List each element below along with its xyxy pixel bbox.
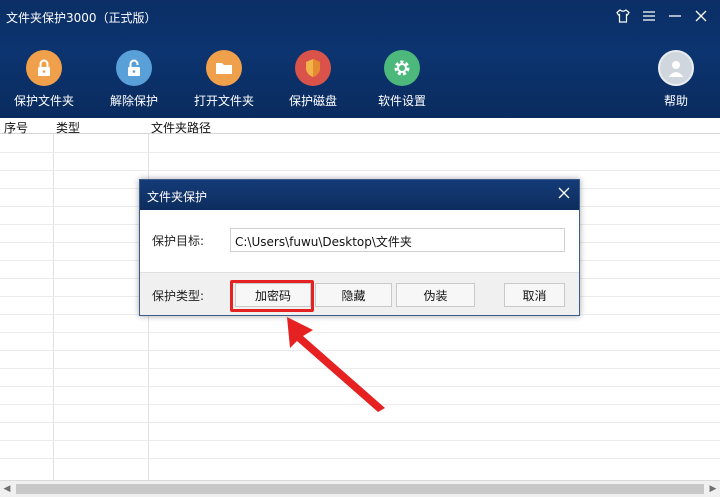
- window-controls: [614, 6, 710, 26]
- unprotect-label: 解除保护: [109, 94, 158, 108]
- menu-button[interactable]: [640, 6, 658, 26]
- folder-icon: [206, 50, 242, 86]
- dialog-footer: 保护类型: 加密码 隐藏 伪装 取消: [140, 272, 579, 315]
- target-label: 保护目标:: [152, 234, 205, 248]
- close-icon: [558, 187, 570, 199]
- user-help-icon: [658, 50, 694, 86]
- shield-icon: [295, 50, 331, 86]
- open-folder-label: 打开文件夹: [193, 94, 254, 108]
- type-label: 保护类型:: [152, 289, 205, 303]
- lock-folder-icon: [26, 50, 62, 86]
- scrollbar-thumb[interactable]: [16, 484, 704, 494]
- protect-folder-button[interactable]: 保护文件夹: [4, 50, 84, 109]
- dialog-close-button[interactable]: [557, 186, 573, 202]
- column-header-index[interactable]: 序号: [4, 119, 28, 136]
- encrypt-highlight-box: [230, 280, 314, 312]
- dialog-titlebar: 文件夹保护: [140, 180, 579, 210]
- minimize-button[interactable]: [666, 6, 684, 26]
- shirt-icon: [616, 9, 630, 23]
- settings-label: 软件设置: [377, 94, 426, 108]
- target-path-field[interactable]: C:\Users\fuwu\Desktop\文件夹: [230, 228, 565, 252]
- app-header: 文件夹保护3000（正式版） 保护文件夹 解除保护 打开文件夹 保护磁盘 软件设…: [0, 0, 720, 118]
- menu-icon: [643, 11, 655, 21]
- gear-icon: [384, 50, 420, 86]
- horizontal-scrollbar[interactable]: ◀ ▶: [0, 480, 720, 497]
- help-button[interactable]: 帮助: [636, 50, 716, 109]
- table-header: 序号 类型 文件夹路径: [0, 118, 720, 136]
- column-header-path[interactable]: 文件夹路径: [151, 119, 211, 136]
- scroll-right-icon[interactable]: ▶: [708, 484, 718, 494]
- protect-folder-label: 保护文件夹: [13, 94, 74, 108]
- hide-button[interactable]: 隐藏: [315, 283, 392, 307]
- folder-protect-dialog: 文件夹保护 保护目标: C:\Users\fuwu\Desktop\文件夹 保护…: [139, 179, 580, 316]
- help-label: 帮助: [663, 94, 688, 108]
- close-icon: [695, 10, 707, 22]
- disguise-button[interactable]: 伪装: [396, 283, 475, 307]
- settings-button[interactable]: 软件设置: [362, 50, 442, 109]
- dialog-body: 保护目标: C:\Users\fuwu\Desktop\文件夹: [140, 210, 579, 272]
- open-folder-button[interactable]: 打开文件夹: [184, 50, 264, 109]
- unprotect-button[interactable]: 解除保护: [94, 50, 174, 109]
- protect-disk-button[interactable]: 保护磁盘: [273, 50, 353, 109]
- app-title: 文件夹保护3000（正式版）: [6, 11, 157, 25]
- protect-disk-label: 保护磁盘: [288, 94, 337, 108]
- skin-button[interactable]: [614, 6, 632, 26]
- scroll-left-icon[interactable]: ◀: [2, 484, 12, 494]
- unlock-icon: [116, 50, 152, 86]
- dialog-title: 文件夹保护: [147, 190, 208, 204]
- close-button[interactable]: [692, 6, 710, 26]
- minimize-icon: [669, 15, 681, 17]
- cancel-button[interactable]: 取消: [504, 283, 565, 307]
- column-header-type[interactable]: 类型: [56, 119, 80, 136]
